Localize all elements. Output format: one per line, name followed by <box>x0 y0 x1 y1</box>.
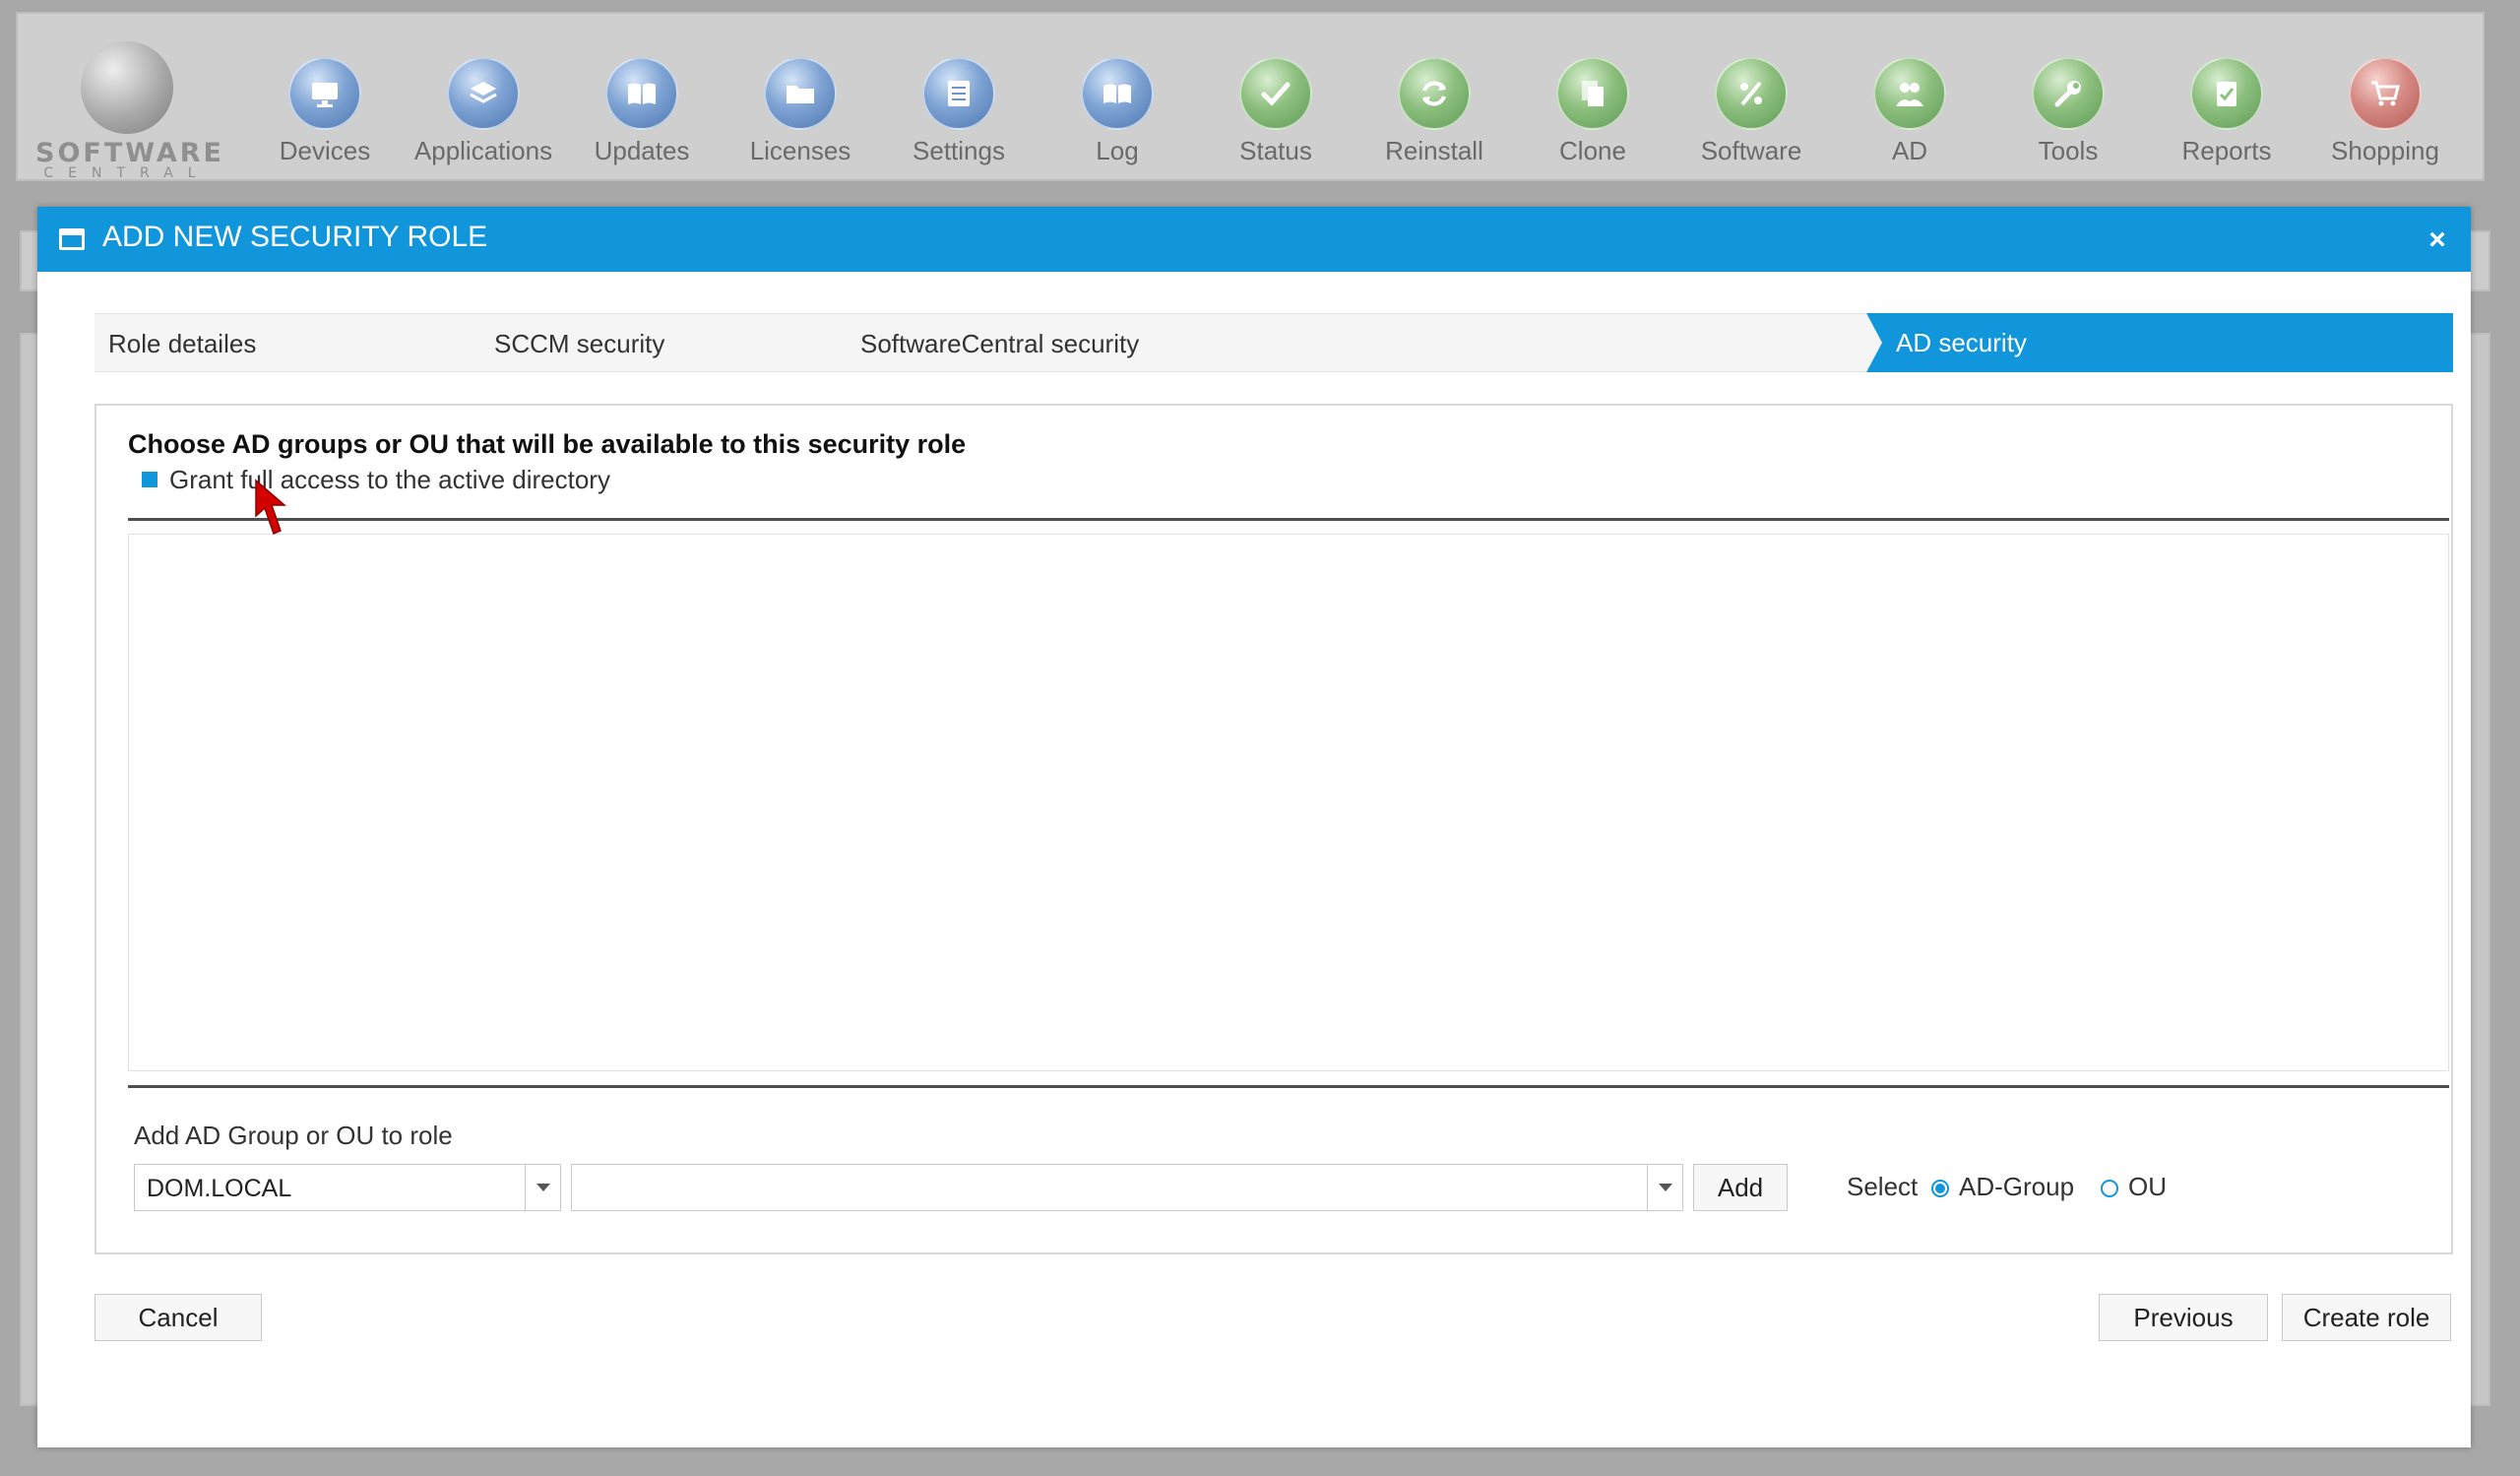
step-softwarecentral-security[interactable]: SoftwareCentral security <box>821 313 1203 372</box>
software-central-logo: SOFTWARE CENTRAL <box>33 28 224 181</box>
domain-select[interactable]: DOM.LOCAL <box>134 1164 561 1211</box>
nav-software[interactable]: Software <box>1672 28 1830 175</box>
create-role-button[interactable]: Create role <box>2282 1294 2451 1341</box>
nav-status[interactable]: Status <box>1197 28 1354 175</box>
nav-clone[interactable]: Clone <box>1514 28 1671 175</box>
radio-unselected-icon[interactable] <box>2101 1180 2118 1197</box>
grant-full-access-label: Grant full access to the active director… <box>169 465 610 494</box>
nav-label: Updates <box>594 136 690 165</box>
nav-settings[interactable]: Settings <box>880 28 1038 175</box>
group-ou-select[interactable] <box>571 1164 1683 1211</box>
wrench-icon <box>2032 57 2105 130</box>
add-group-label: Add AD Group or OU to role <box>134 1121 453 1150</box>
step-spacer <box>1185 313 1882 372</box>
nav-ad[interactable]: AD <box>1831 28 1988 175</box>
radio-ad-group-label: AD-Group <box>1959 1172 2075 1201</box>
divider <box>128 1085 2449 1088</box>
monitor-icon <box>288 57 361 130</box>
dialog-titlebar: ADD NEW SECURITY ROLE × <box>37 207 2471 272</box>
logo-subtext: CENTRAL <box>43 165 211 181</box>
nav-label: Status <box>1239 136 1312 165</box>
nav-shopping[interactable]: Shopping <box>2306 28 2464 175</box>
nav-label: AD <box>1891 136 1928 165</box>
checkmark-icon <box>1239 57 1312 130</box>
add-button[interactable]: Add <box>1693 1164 1788 1211</box>
logo-text: SOFTWARE <box>35 138 224 168</box>
settings-form-icon <box>922 57 995 130</box>
logo-sphere-icon <box>81 41 173 134</box>
nav-label: Tools <box>2038 136 2099 165</box>
nav-label: Clone <box>1559 136 1626 165</box>
clone-icon <box>1556 57 1629 130</box>
nav-label: Devices <box>279 136 371 165</box>
log-book-icon <box>1081 57 1154 130</box>
select-label: Select <box>1847 1172 1919 1201</box>
nav-label: Applications <box>413 136 553 165</box>
step-sccm-security[interactable]: SCCM security <box>457 313 839 372</box>
step-label: Role detailes <box>108 329 257 358</box>
nav-reports[interactable]: Reports <box>2148 28 2305 175</box>
cancel-button[interactable]: Cancel <box>94 1294 262 1341</box>
applications-icon <box>447 57 520 130</box>
mouse-cursor-icon <box>255 479 287 536</box>
step-label: SCCM security <box>494 329 665 358</box>
nav-label: Software <box>1700 136 1802 165</box>
nav-licenses[interactable]: Licenses <box>722 28 879 175</box>
divider <box>128 518 2449 521</box>
nav-log[interactable]: Log <box>1039 28 1196 175</box>
chevron-down-icon[interactable] <box>525 1165 560 1210</box>
nav-updates[interactable]: Updates <box>563 28 721 175</box>
reinstall-icon <box>1398 57 1471 130</box>
nav-tools[interactable]: Tools <box>1989 28 2147 175</box>
ad-groups-list[interactable] <box>128 534 2449 1071</box>
main-toolbar: SOFTWARE CENTRAL Devices Applications Up… <box>16 12 2485 181</box>
clipboard-check-icon <box>2190 57 2263 130</box>
nav-label: Licenses <box>749 136 851 165</box>
domain-select-value: DOM.LOCAL <box>147 1175 292 1202</box>
nav-devices[interactable]: Devices <box>246 28 404 175</box>
nav-label: Log <box>1096 136 1139 165</box>
dialog-title: ADD NEW SECURITY ROLE <box>102 221 488 253</box>
previous-button[interactable]: Previous <box>2099 1294 2268 1341</box>
radio-ou-label: OU <box>2128 1172 2167 1201</box>
nav-label: Shopping <box>2331 136 2439 165</box>
radio-selected-icon[interactable] <box>1931 1180 1949 1197</box>
add-security-role-dialog: ADD NEW SECURITY ROLE × Role detailes SC… <box>37 207 2471 1447</box>
book-icon <box>605 57 678 130</box>
wizard-steps: Role detailes SCCM security SoftwareCent… <box>94 313 2453 372</box>
nav-reinstall[interactable]: Reinstall <box>1355 28 1513 175</box>
nav-applications[interactable]: Applications <box>405 28 562 175</box>
chevron-down-icon[interactable] <box>1647 1165 1682 1210</box>
toolbar-nav: Devices Applications Updates Licenses Se… <box>246 28 2481 175</box>
nav-label: Settings <box>913 136 1005 165</box>
step-label: SoftwareCentral security <box>860 329 1140 358</box>
folder-icon <box>764 57 837 130</box>
step-role-details[interactable]: Role detailes <box>94 313 474 372</box>
nav-label: Reinstall <box>1385 136 1483 165</box>
users-icon <box>1873 57 1946 130</box>
close-icon[interactable]: × <box>2418 221 2457 260</box>
panel-heading: Choose AD groups or OU that will be avai… <box>128 429 967 459</box>
step-ad-security[interactable]: AD security <box>1864 313 2453 372</box>
nav-label: Reports <box>2181 136 2272 165</box>
ad-security-panel: Choose AD groups or OU that will be avai… <box>94 404 2453 1254</box>
shopping-cart-icon <box>2349 57 2422 130</box>
window-icon <box>59 228 85 250</box>
step-label: AD security <box>1896 328 2027 357</box>
software-icon <box>1715 57 1788 130</box>
checkbox-checked-icon[interactable] <box>142 472 158 487</box>
